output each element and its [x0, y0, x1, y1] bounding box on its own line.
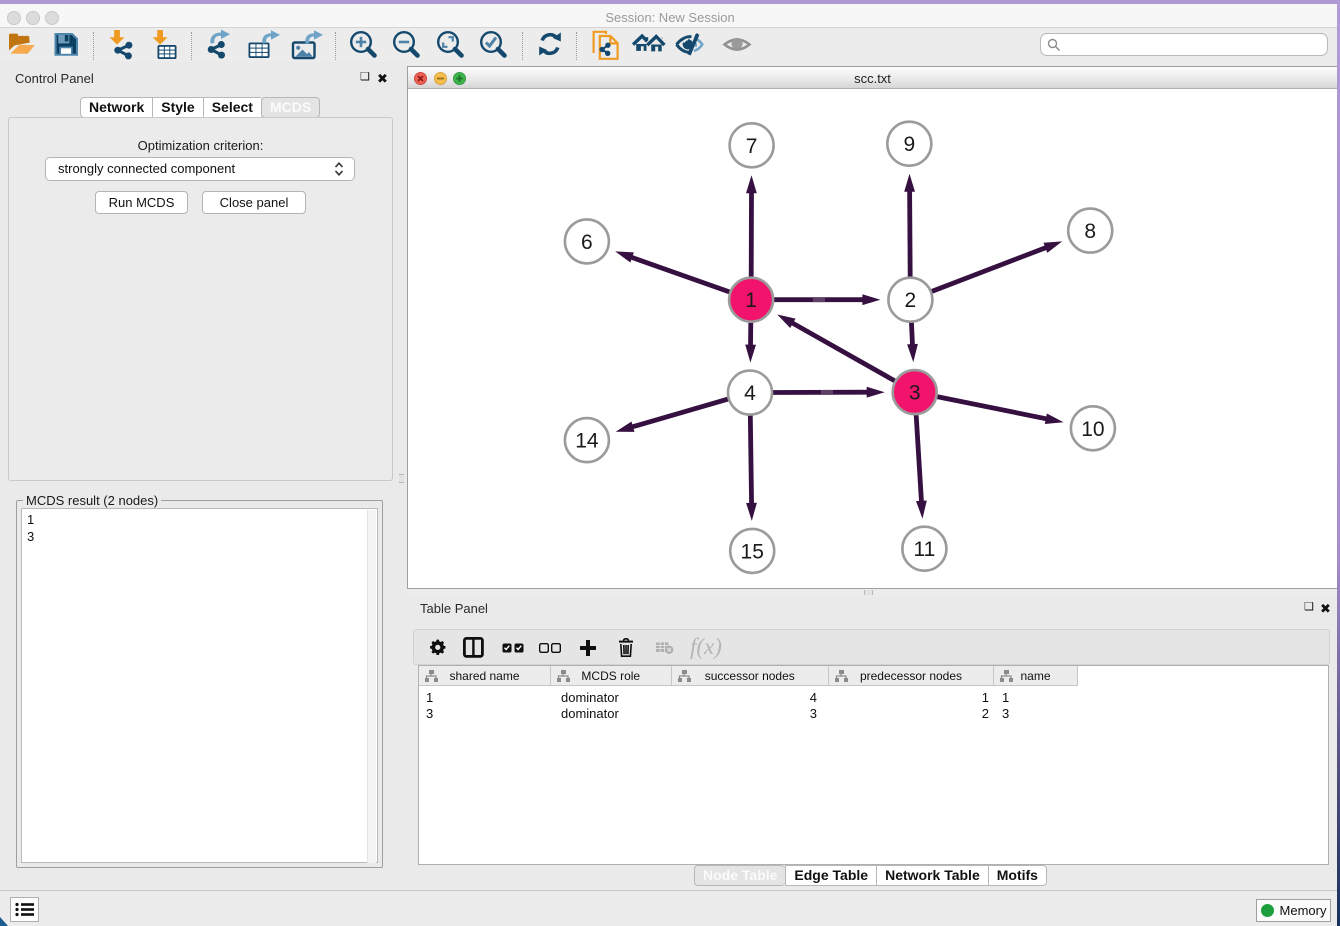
svg-text:7: 7 — [746, 135, 758, 158]
svg-text:1: 1 — [745, 289, 757, 312]
svg-text:15: 15 — [741, 540, 764, 563]
svg-text:14: 14 — [575, 430, 599, 453]
svg-text:6: 6 — [581, 231, 593, 254]
svg-text:10: 10 — [1081, 418, 1104, 441]
svg-text:2: 2 — [905, 289, 917, 312]
svg-text:8: 8 — [1084, 220, 1096, 243]
svg-text:9: 9 — [903, 133, 915, 156]
svg-text:4: 4 — [744, 382, 756, 405]
svg-text:11: 11 — [913, 538, 935, 561]
svg-text:3: 3 — [909, 382, 921, 405]
